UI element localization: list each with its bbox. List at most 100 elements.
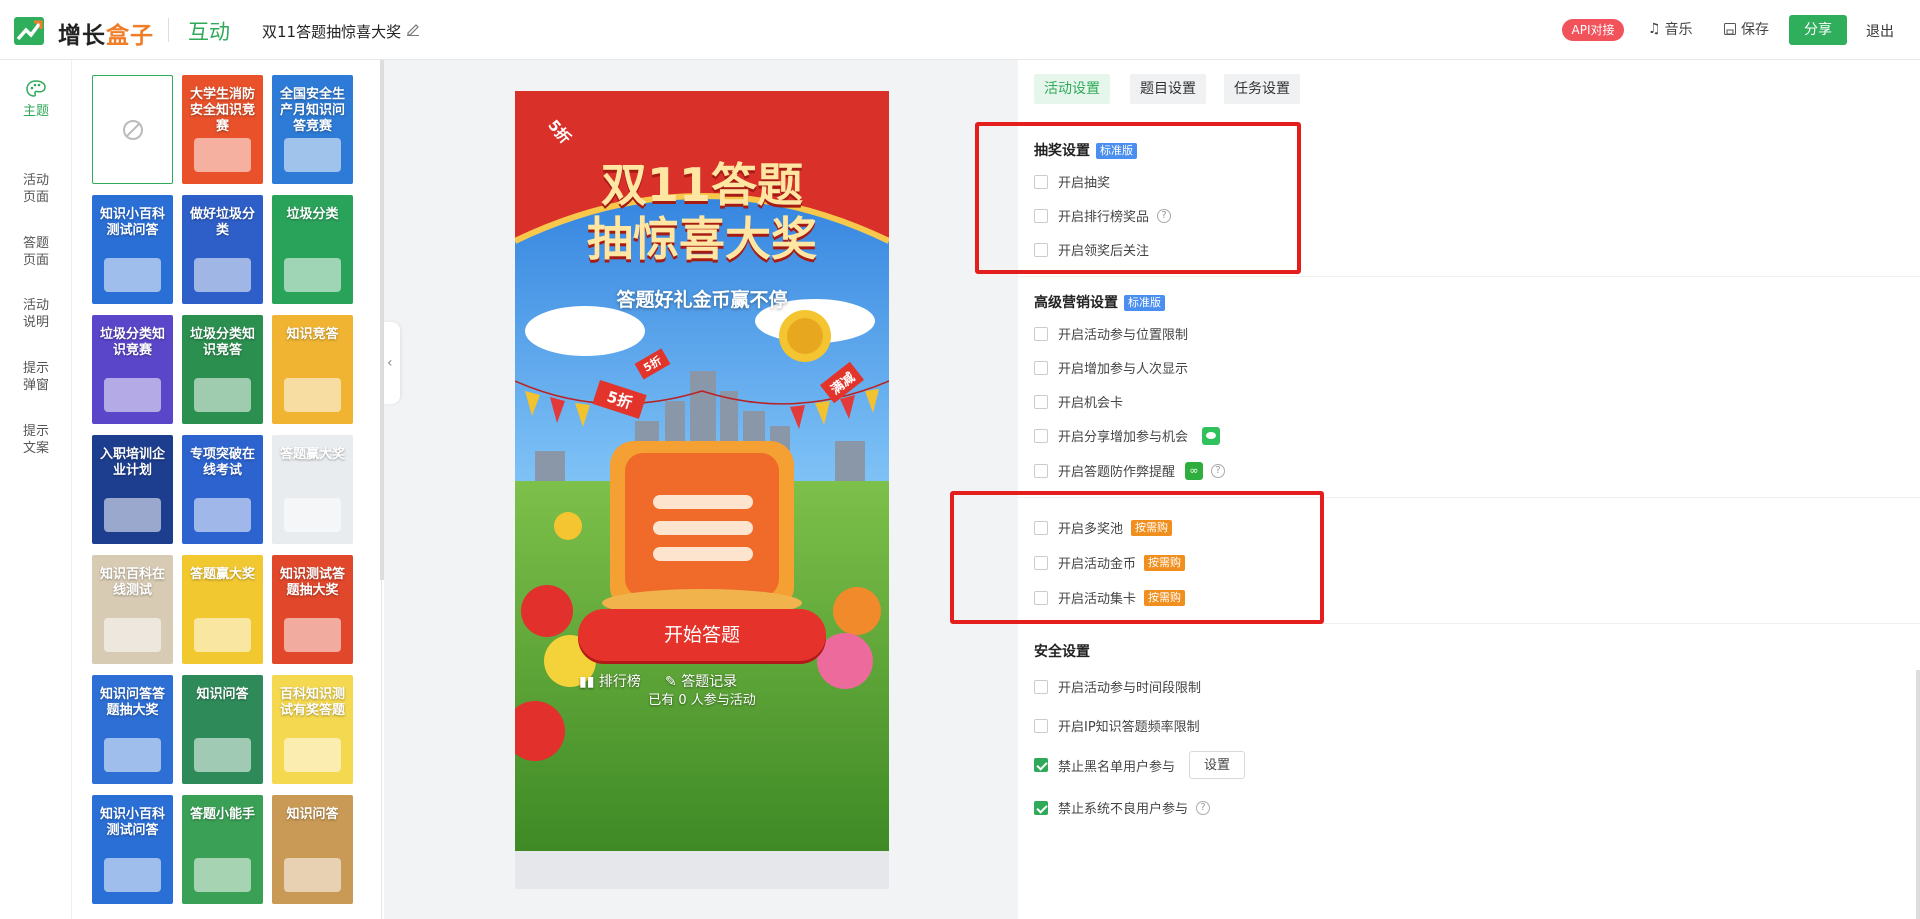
pencil-icon: ✎	[665, 674, 682, 690]
template-card[interactable]: 知识问答	[272, 795, 353, 904]
highlight-box	[975, 122, 1301, 274]
checkbox[interactable]	[1034, 463, 1048, 478]
nav-item-popup[interactable]: 提示弹窗	[0, 360, 72, 394]
checkbox[interactable]	[1034, 326, 1048, 341]
template-title: 知识测试答题抽大奖	[279, 567, 345, 598]
palette-icon	[26, 80, 46, 97]
api-integration-badge[interactable]: API对接	[1562, 19, 1624, 41]
template-card[interactable]: 垃圾分类	[272, 195, 353, 304]
tab-task-settings[interactable]: 任务设置	[1224, 74, 1300, 104]
highlight-box	[950, 491, 1324, 624]
divider	[1018, 276, 1920, 277]
template-title: 知识问答答题抽大奖	[99, 687, 165, 718]
template-card[interactable]: 答题小能手	[182, 795, 263, 904]
left-nav: 主题 活动页面 答题页面 活动说明 提示弹窗 提示文案	[0, 60, 72, 919]
nav-item-activity-description[interactable]: 活动说明	[0, 297, 72, 331]
template-card[interactable]: 知识小百科测试问答	[92, 795, 173, 904]
music-button[interactable]: ♫ 音乐	[1648, 19, 1693, 39]
collapse-panel-button[interactable]: ‹	[384, 322, 400, 404]
template-illustration	[194, 138, 251, 172]
template-card[interactable]: 百科知识测试有奖答题	[272, 675, 353, 784]
template-card[interactable]: 知识小百科测试问答	[92, 195, 173, 304]
tab-question-settings[interactable]: 题目设置	[1130, 74, 1206, 104]
option-block-bad-users[interactable]: 禁止系统不良用户参与?	[1034, 798, 1211, 817]
template-card[interactable]: 垃圾分类知识竞答	[182, 315, 263, 424]
link-icon: ∞	[1185, 461, 1204, 480]
template-title: 垃圾分类	[286, 207, 339, 222]
option-time-period-limit[interactable]: 开启活动参与时间段限制	[1034, 677, 1201, 696]
template-card[interactable]: 全国安全生产月知识问答竞赛	[272, 75, 353, 184]
template-illustration	[284, 858, 341, 892]
checkbox[interactable]	[1034, 428, 1048, 443]
template-card[interactable]: 知识百科在线测试	[92, 555, 173, 664]
template-title: 答题赢大奖	[189, 567, 255, 582]
template-card[interactable]: 答题赢大奖	[272, 435, 353, 544]
template-title: 知识百科在线测试	[99, 567, 165, 598]
poster-title-line2: 抽惊喜大奖	[587, 212, 817, 266]
template-illustration	[194, 738, 251, 772]
logo-text: 增长盒子	[58, 23, 154, 49]
module-name[interactable]: 互动	[188, 16, 230, 46]
template-title: 知识竞答	[286, 327, 339, 342]
help-icon[interactable]: ?	[1196, 800, 1211, 815]
template-illustration	[104, 258, 161, 292]
blacklist-settings-button[interactable]: 设置	[1189, 751, 1246, 779]
checkbox-checked[interactable]	[1034, 800, 1048, 815]
checkbox-checked[interactable]	[1034, 758, 1048, 772]
template-title: 答题赢大奖	[279, 447, 345, 462]
ranking-link[interactable]: ▮▮ 排行榜	[579, 671, 641, 691]
template-card[interactable]: 专项突破在线考试	[182, 435, 263, 544]
bar-chart-icon: ▮▮	[579, 674, 599, 690]
template-illustration	[194, 618, 251, 652]
checkbox[interactable]	[1034, 679, 1048, 694]
help-icon[interactable]: ?	[1211, 463, 1226, 478]
chevron-left-icon: ‹	[387, 355, 393, 371]
template-illustration	[104, 498, 161, 532]
template-card[interactable]: 入职培训企业计划	[92, 435, 173, 544]
template-illustration	[104, 378, 161, 412]
template-title: 答题小能手	[189, 807, 255, 822]
nav-item-theme[interactable]: 主题	[0, 80, 72, 120]
tab-activity-settings[interactable]: 活动设置	[1034, 74, 1110, 104]
template-none[interactable]	[92, 75, 173, 184]
template-card[interactable]: 垃圾分类知识竞赛	[92, 315, 173, 424]
edit-icon[interactable]	[406, 22, 420, 36]
nav-item-quiz-page[interactable]: 答题页面	[0, 235, 72, 269]
template-illustration	[284, 138, 341, 172]
share-button[interactable]: 分享	[1789, 15, 1847, 45]
template-illustration	[194, 258, 251, 292]
start-quiz-button[interactable]: 开始答题	[578, 609, 826, 661]
option-anti-cheat[interactable]: 开启答题防作弊提醒 ∞?	[1034, 461, 1226, 480]
template-card[interactable]: 答题赢大奖	[182, 555, 263, 664]
participants-count: 已有 0 人参与活动	[648, 693, 756, 708]
wechat-icon	[1202, 426, 1221, 445]
option-ip-frequency-limit[interactable]: 开启IP知识答题频率限制	[1034, 716, 1200, 735]
template-card[interactable]: 知识测试答题抽大奖	[272, 555, 353, 664]
nav-item-activity-page[interactable]: 活动页面	[0, 172, 72, 206]
save-icon	[1724, 23, 1736, 35]
checkbox[interactable]	[1034, 360, 1048, 375]
option-share-extra-chance[interactable]: 开启分享增加参与机会	[1034, 426, 1221, 445]
template-card[interactable]: 知识问答	[182, 675, 263, 784]
checkbox[interactable]	[1034, 394, 1048, 409]
option-chance-card[interactable]: 开启机会卡	[1034, 392, 1123, 411]
template-illustration	[194, 498, 251, 532]
scrollbar[interactable]	[1916, 670, 1920, 919]
nav-item-prompt-text[interactable]: 提示文案	[0, 423, 72, 457]
template-card[interactable]: 知识问答答题抽大奖	[92, 675, 173, 784]
save-button[interactable]: 保存	[1723, 19, 1769, 39]
option-participant-count-display[interactable]: 开启增加参与人次显示	[1034, 358, 1188, 377]
phone-preview: 5折 双11答题 抽惊喜大奖 答题好礼金币赢不停 5折 5折 满减 开始答题 ▮…	[515, 91, 889, 851]
exit-button[interactable]: 退出	[1866, 21, 1894, 41]
template-card[interactable]: 做好垃圾分类	[182, 195, 263, 304]
standard-edition-tag: 标准版	[1124, 295, 1165, 311]
template-title: 知识小百科测试问答	[99, 807, 165, 838]
template-card[interactable]: 知识竞答	[272, 315, 353, 424]
records-link[interactable]: ✎ 答题记录	[665, 671, 737, 691]
template-card[interactable]: 大学生消防安全知识竞赛	[182, 75, 263, 184]
option-block-blacklist[interactable]: 禁止黑名单用户参与 设置	[1034, 751, 1246, 779]
checkbox[interactable]	[1034, 718, 1048, 733]
option-location-limit[interactable]: 开启活动参与位置限制	[1034, 324, 1188, 343]
template-illustration	[284, 258, 341, 292]
template-illustration	[194, 378, 251, 412]
